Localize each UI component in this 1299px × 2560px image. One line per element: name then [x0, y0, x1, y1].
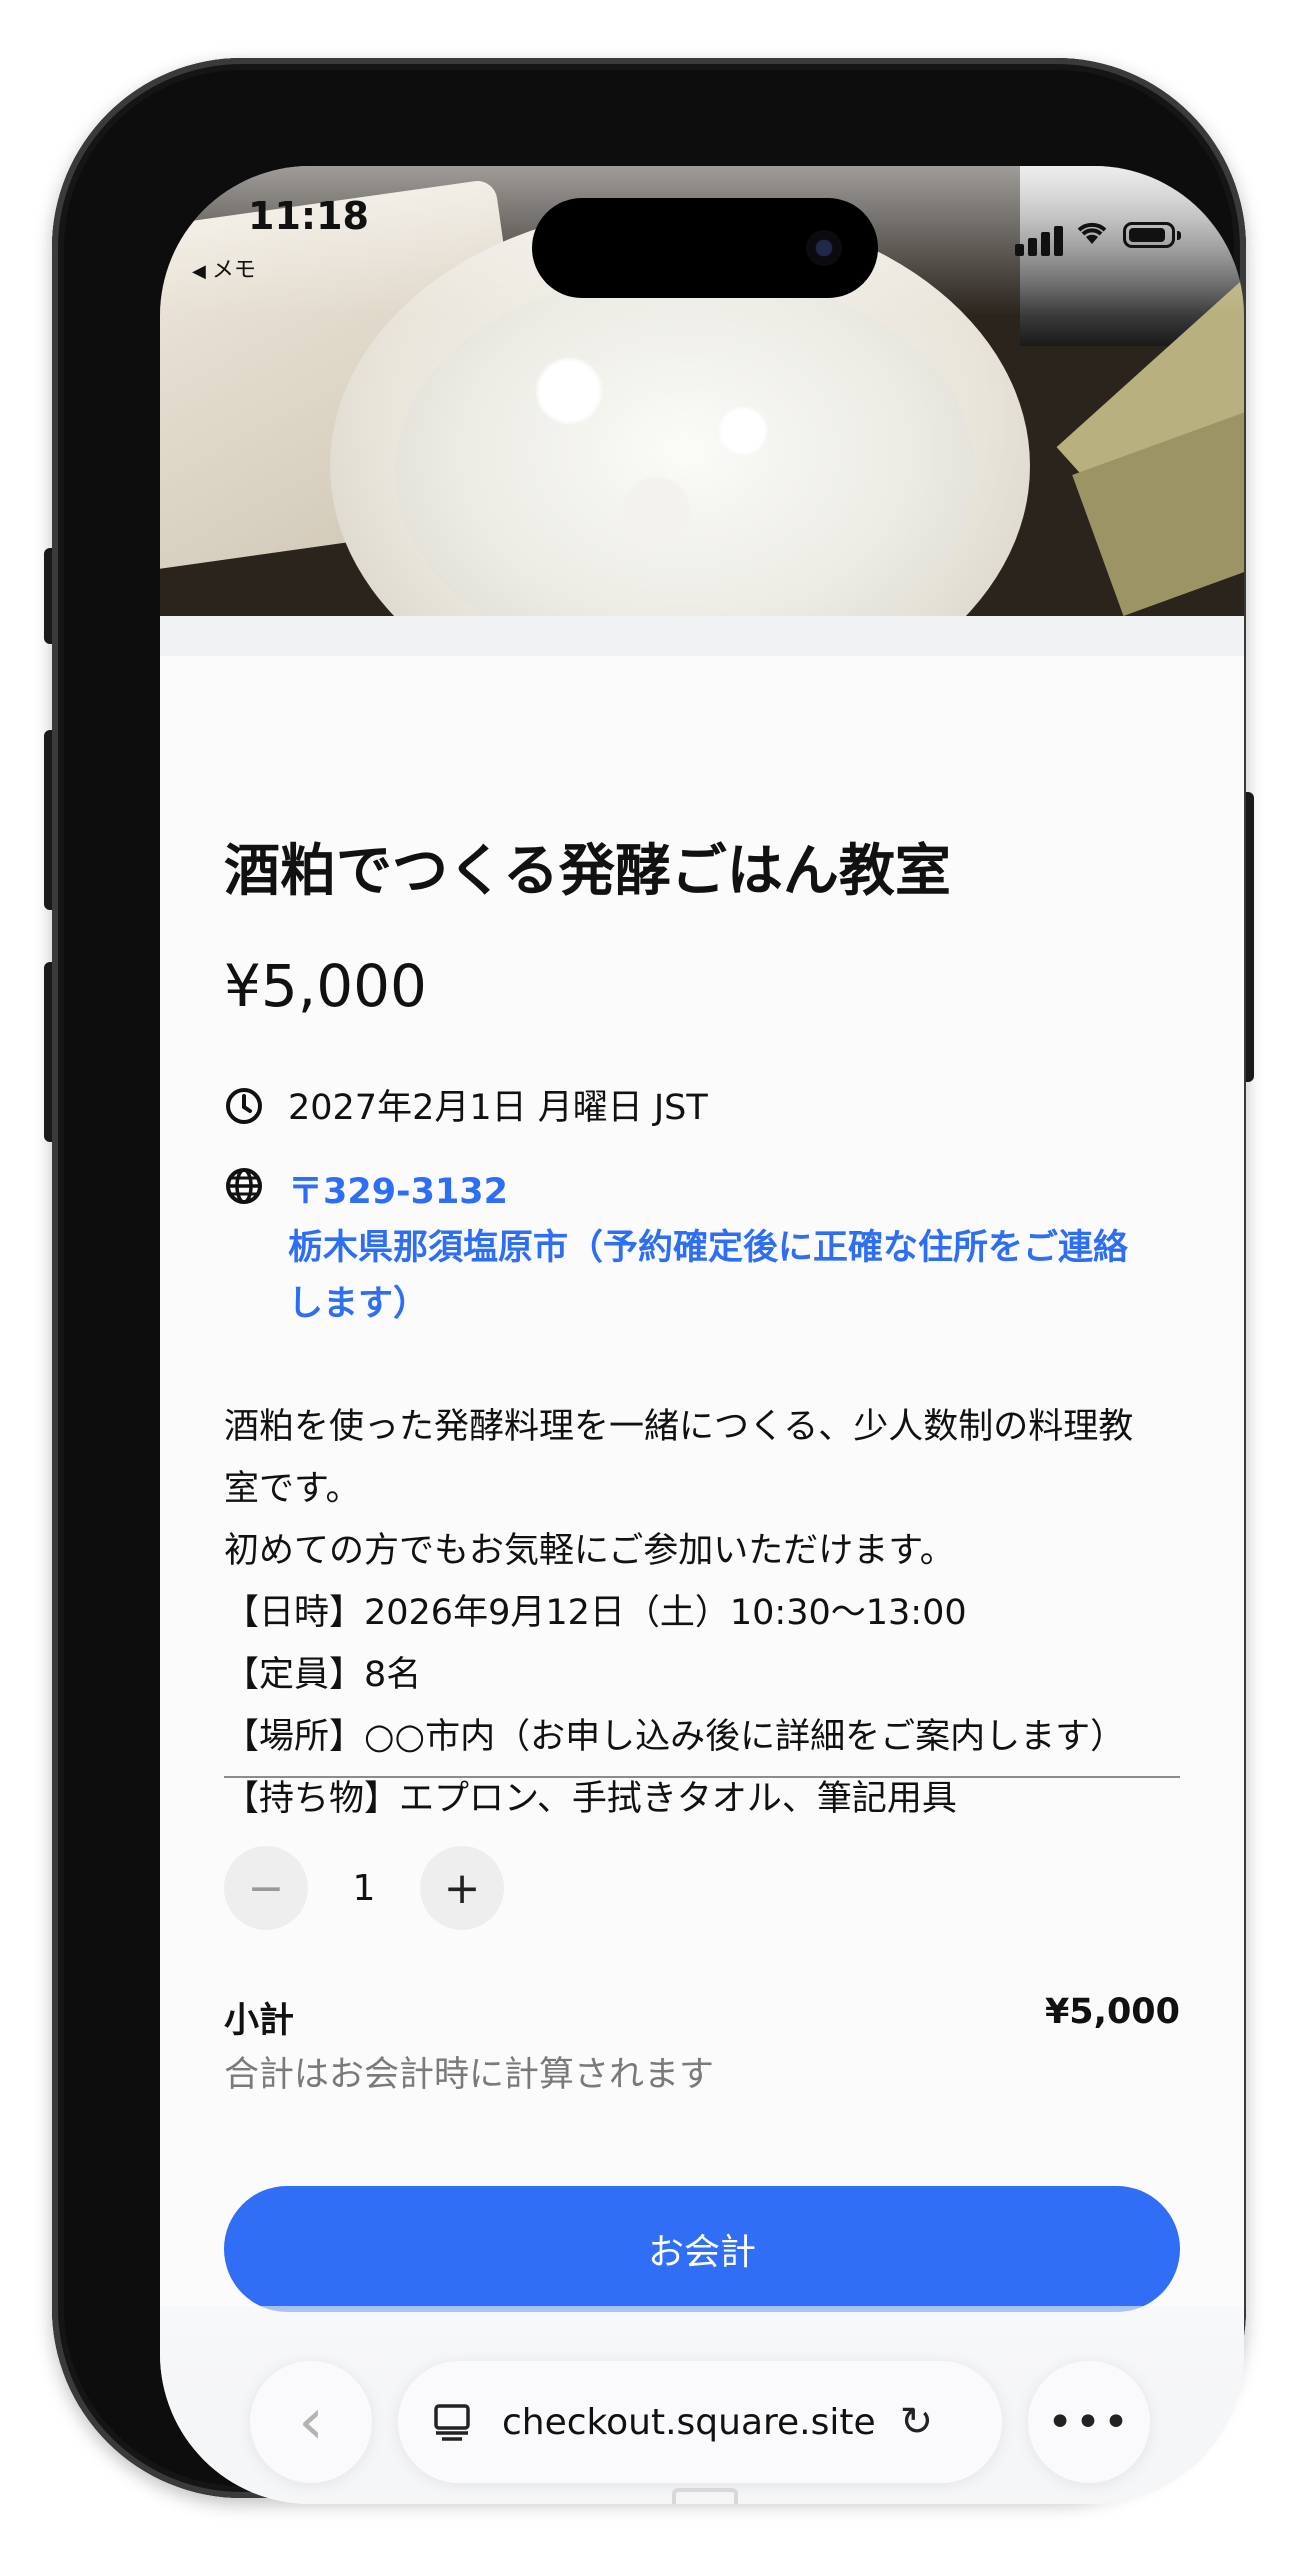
subtotal-value: ¥5,000 [1044, 1992, 1180, 2032]
back-app-label: メモ [211, 258, 256, 283]
address-line-1: 栃木県那須塩原市（予約確定後に正確な住所をご連絡 [288, 1228, 1129, 1268]
checkout-button[interactable]: お会計 [224, 2186, 1180, 2312]
camera-icon [806, 230, 842, 266]
event-datetime-row: 2027年2月1日 月曜日 JST [224, 1084, 708, 1132]
globe-icon [226, 1168, 262, 1204]
description-line: 初めての方でもお気軽にご参加いただけます。 [224, 1531, 955, 1571]
tab-overview-icon[interactable] [432, 2402, 472, 2442]
signal-icon [1015, 244, 1024, 256]
clock-icon [226, 1088, 262, 1124]
reload-icon[interactable]: ↻ [900, 2399, 934, 2445]
description-line: 【定員】8名 [224, 1655, 422, 1695]
dynamic-island [532, 198, 878, 298]
event-price: ¥5,000 [224, 952, 427, 1020]
description-line: 【場所】○○市内（お申し込み後に詳細をご案内します） [224, 1717, 1126, 1757]
more-options-button[interactable]: ••• [1028, 2361, 1150, 2483]
event-location-link[interactable]: 〒329-3132 栃木県那須塩原市（予約確定後に正確な住所をご連絡 します） [288, 1164, 1188, 1332]
wifi-icon [1075, 216, 1109, 254]
decrease-quantity-button[interactable]: − [224, 1846, 308, 1930]
description-line: 室です。 [224, 1469, 361, 1509]
event-datetime: 2027年2月1日 月曜日 JST [288, 1088, 708, 1128]
postal-code: 〒329-3132 [288, 1172, 508, 1212]
subtotal-note: 合計はお会計時に計算されます [224, 2055, 715, 2095]
event-description: 酒粕を使った発酵料理を一緒につくる、少人数制の料理教 室です。 初めての方でもお… [224, 1396, 1194, 1830]
description-line: 【日時】2026年9月12日（土）10:30〜13:00 [224, 1593, 967, 1633]
quantity-stepper: − 1 + [224, 1846, 504, 1930]
description-line: 酒粕を使った発酵料理を一緒につくる、少人数制の料理教 [224, 1407, 1134, 1447]
page-footer-logo-icon [672, 2488, 738, 2504]
phone-frame: 11:18 ◀ メモ 酒粕でつくる発酵ごはん教室 ¥5,000 2027年2月1… [52, 58, 1246, 2504]
increase-quantity-button[interactable]: + [420, 1846, 504, 1930]
address-bar[interactable]: checkout.square.site ↻ [398, 2361, 1002, 2483]
quantity-value: 1 [352, 1867, 376, 1909]
event-location-row: 〒329-3132 栃木県那須塩原市（予約確定後に正確な住所をご連絡 します） [224, 1164, 1188, 1332]
event-title: 酒粕でつくる発酵ごはん教室 [224, 839, 951, 904]
url-text[interactable]: checkout.square.site [502, 2402, 876, 2443]
battery-icon [1123, 222, 1181, 248]
browser-back-button[interactable]: ‹ [250, 2361, 372, 2483]
section-divider [224, 1776, 1180, 1778]
phone-screen: 11:18 ◀ メモ 酒粕でつくる発酵ごはん教室 ¥5,000 2027年2月1… [160, 166, 1244, 2504]
back-to-app-link[interactable]: ◀ メモ [192, 252, 256, 284]
subtotal-label: 小計 [224, 2001, 295, 2041]
back-triangle-icon: ◀ [192, 261, 206, 282]
address-line-2: します） [288, 1284, 429, 1324]
status-time: 11:18 [248, 194, 369, 238]
